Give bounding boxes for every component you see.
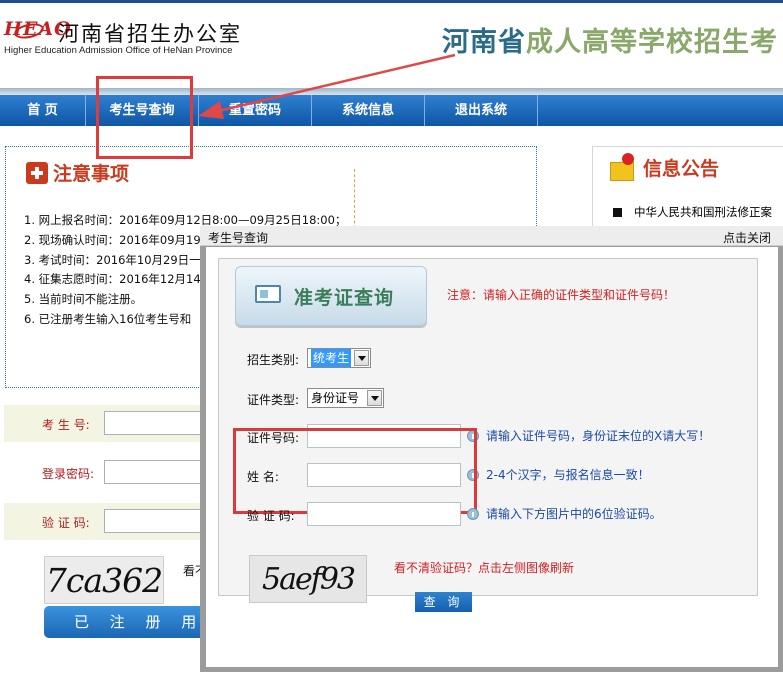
query-form: 准考证查询 注意：请输入正确的证件类型和证件号码！ 招生类别: 统考生 证件类型… <box>218 258 758 603</box>
dialog-title: 考生号查询 <box>208 231 269 245</box>
id-number-hint: 请输入证件号码，身份证末位的X请大写！ <box>486 429 711 443</box>
plus-icon <box>26 161 48 184</box>
announcement-item[interactable]: 中华人民共和国刑法修正案 <box>613 204 772 220</box>
category-select[interactable]: 统考生 <box>307 348 371 368</box>
captcha-label: 验 证 码: <box>247 509 295 523</box>
info-icon <box>467 508 479 520</box>
password-input[interactable] <box>104 460 214 484</box>
banner-slogan: 成人高等学校招生考 <box>526 27 778 58</box>
chevron-down-icon <box>367 390 382 406</box>
main-nav: 首 页 考生号查询 重置密码 系统信息 退出系统 <box>0 95 783 126</box>
query-button[interactable]: 查 询 <box>415 592 472 612</box>
id-card-icon <box>255 285 281 303</box>
pushpin-icon <box>609 153 637 181</box>
nav-item-home[interactable]: 首 页 <box>0 95 86 126</box>
login-captcha-image[interactable]: 7ca362 <box>44 556 164 604</box>
page-root: HEAO 河南省招生办公室 Higher Education Admission… <box>0 0 783 682</box>
heao-logo: HEAO <box>4 18 71 48</box>
category-label: 招生类别: <box>247 353 300 367</box>
admission-card-title: 准考证查询 <box>294 287 395 309</box>
top-border-line <box>0 0 783 3</box>
announcement-title: 信息公告 <box>643 158 720 180</box>
examinee-label: 考 生 号: <box>42 418 90 432</box>
nav-item-examinee-query[interactable]: 考生号查询 <box>86 95 199 126</box>
chevron-down-icon <box>354 350 369 366</box>
captcha-hint: 请输入下方图片中的6位验证码。 <box>486 507 662 521</box>
password-label: 登录密码: <box>42 467 95 481</box>
admission-card-header: 准考证查询 <box>235 266 427 326</box>
notice-header: 注意事项 <box>26 159 129 186</box>
captcha-refresh-tip: 看不清验证码？点击左侧图像刷新 <box>394 561 575 575</box>
notice-title: 注意事项 <box>53 163 130 185</box>
site-subtitle: Higher Education Admission Office of HeN… <box>4 45 233 56</box>
id-type-label: 证件类型: <box>247 393 300 407</box>
dialog-close-link[interactable]: 点击关闭 <box>723 229 771 246</box>
nav-item-logout[interactable]: 退出系统 <box>425 95 538 126</box>
dialog-body: 准考证查询 注意：请输入正确的证件类型和证件号码！ 招生类别: 统考生 证件类型… <box>206 247 778 667</box>
captcha-label: 验 证 码: <box>42 516 90 530</box>
login-row-password: 登录密码: <box>4 454 214 491</box>
login-row-captcha: 验 证 码: <box>4 503 214 540</box>
id-type-selected-value: 身份证号 <box>311 391 360 405</box>
dialog-captcha-image[interactable]: 5aef93 <box>249 555 367 603</box>
examinee-query-dialog: 考生号查询 点击关闭 准考证查询 注意：请输入正确的证件类型和证件号码！ 招生类… <box>200 226 783 672</box>
site-title: 河南省招生办公室 <box>58 22 242 46</box>
name-hint: 2-4个汉字，与报名信息一致！ <box>486 468 650 482</box>
header-banner: 河南省成人高等学校招生考 <box>442 20 778 59</box>
form-note: 注意：请输入正确的证件类型和证件号码！ <box>447 288 676 302</box>
announcement-item-text: 中华人民共和国刑法修正案 <box>634 205 772 219</box>
nav-item-system-info[interactable]: 系统信息 <box>312 95 425 126</box>
captcha-input[interactable] <box>307 502 461 526</box>
examinee-number-input[interactable] <box>104 411 214 435</box>
square-bullet-icon <box>613 207 622 217</box>
id-type-select[interactable]: 身份证号 <box>307 388 384 408</box>
announcement-header: 信息公告 <box>609 153 719 181</box>
registered-login-button[interactable]: 已 注 册 用 户 登 <box>44 606 224 638</box>
login-row-examinee: 考 生 号: <box>4 405 214 442</box>
captcha-input[interactable] <box>104 509 214 533</box>
nav-item-reset-password[interactable]: 重置密码 <box>199 95 312 126</box>
category-selected-value: 统考生 <box>311 349 352 367</box>
banner-province: 河南省 <box>442 27 526 58</box>
dialog-titlebar: 考生号查询 点击关闭 <box>200 226 783 246</box>
nav-shadow <box>0 88 783 95</box>
